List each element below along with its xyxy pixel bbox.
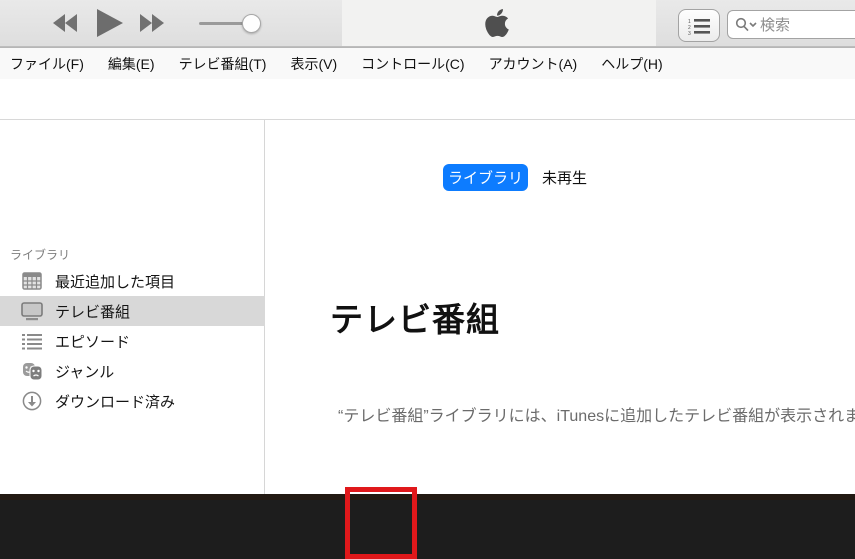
menu-controls[interactable]: コントロール(C) bbox=[361, 54, 464, 74]
taskbar: X bbox=[0, 500, 855, 559]
menu-account[interactable]: アカウント(A) bbox=[489, 54, 578, 74]
search-input[interactable]: 検索 bbox=[727, 10, 855, 39]
menu-view[interactable]: 表示(V) bbox=[290, 54, 337, 74]
grid-icon bbox=[21, 270, 43, 292]
menu-file[interactable]: ファイル(F) bbox=[10, 54, 84, 74]
search-placeholder: 検索 bbox=[760, 17, 791, 34]
rewind-icon[interactable] bbox=[53, 14, 78, 32]
sidebar-header: ライブラリ bbox=[10, 248, 71, 262]
sidebar-item-label: ダウンロード済み bbox=[55, 393, 176, 411]
sidebar-item-episodes[interactable]: エピソード bbox=[0, 326, 265, 356]
menu-edit[interactable]: 編集(E) bbox=[108, 54, 155, 74]
play-icon[interactable] bbox=[97, 9, 124, 38]
masks-icon bbox=[21, 360, 43, 382]
page-title: テレビ番組 bbox=[330, 301, 500, 338]
fast-forward-icon[interactable] bbox=[140, 14, 165, 32]
sidebar-item-label: ジャンル bbox=[55, 363, 115, 381]
volume-slider-knob[interactable] bbox=[242, 14, 261, 33]
navigation-bar: テレビ番組 ライブラリ 未再生 bbox=[0, 79, 855, 193]
library-description: “テレビ番組”ライブラリには、iTunesに追加したテレビ番組が表示されます。 bbox=[338, 408, 855, 425]
search-icon bbox=[735, 17, 757, 31]
menu-tvshows[interactable]: テレビ番組(T) bbox=[179, 54, 267, 74]
sidebar: ライブラリ 最近追加した項目 テレビ番組 エピソード ジャンル ダウンロード済み bbox=[0, 120, 265, 494]
sidebar-item-label: 最近追加した項目 bbox=[55, 273, 176, 291]
tv-icon bbox=[21, 300, 43, 322]
list-icon bbox=[21, 330, 43, 352]
playback-toolbar: 1 2 3 検索 bbox=[0, 0, 855, 47]
sidebar-item-label: エピソード bbox=[55, 333, 131, 351]
sidebar-item-label: テレビ番組 bbox=[55, 303, 131, 321]
sidebar-item-downloaded[interactable]: ダウンロード済み bbox=[0, 386, 265, 416]
itunes-window: 1 2 3 検索 ファイル(F) 編集(E) テレビ番組(T) 表示(V) コン… bbox=[0, 0, 855, 559]
menu-bar: ファイル(F) 編集(E) テレビ番組(T) 表示(V) コントロール(C) ア… bbox=[0, 47, 855, 79]
apple-logo bbox=[485, 9, 509, 37]
svg-text:3: 3 bbox=[688, 31, 691, 36]
sidebar-item-genres[interactable]: ジャンル bbox=[0, 356, 265, 386]
tab-unplayed[interactable]: 未再生 bbox=[542, 164, 587, 191]
view-options-button[interactable]: 1 2 3 bbox=[678, 9, 720, 42]
sidebar-item-recently-added[interactable]: 最近追加した項目 bbox=[0, 266, 265, 296]
sidebar-item-tvshows[interactable]: テレビ番組 bbox=[0, 296, 265, 326]
numbered-list-icon: 1 2 3 bbox=[688, 18, 710, 36]
download-icon bbox=[21, 390, 43, 412]
tab-library[interactable]: ライブラリ bbox=[443, 164, 528, 191]
menu-help[interactable]: ヘルプ(H) bbox=[601, 54, 662, 74]
